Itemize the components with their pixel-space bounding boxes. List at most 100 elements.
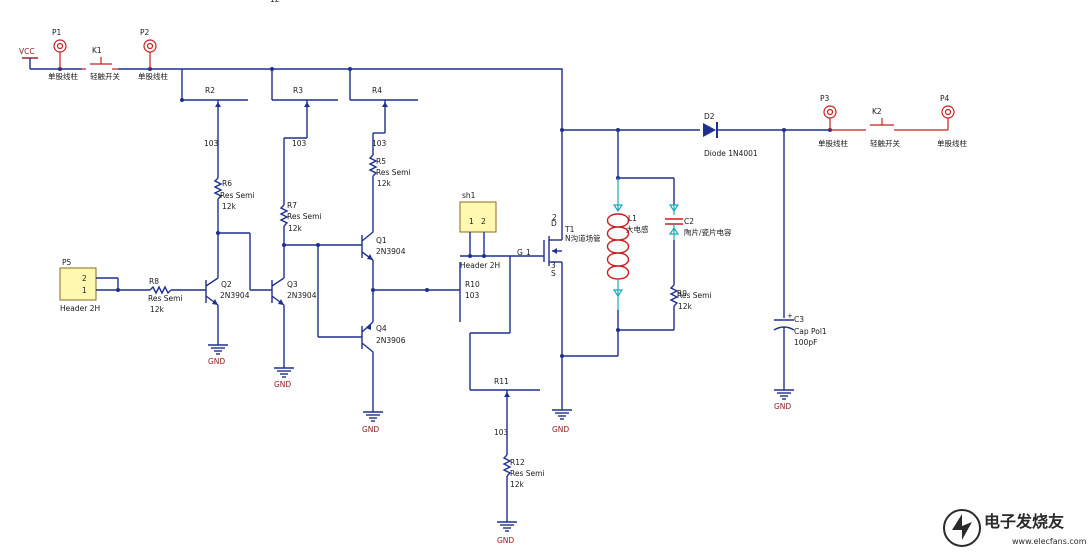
c2-ref: C2 — [684, 217, 694, 226]
q2-value: 2N3904 — [220, 291, 250, 300]
c2-value: 陶片/瓷片电容 — [684, 227, 732, 237]
resistor-r9: R9 Res Semi 12k — [669, 284, 712, 330]
d2-ref: D2 — [704, 112, 715, 121]
q1-ref: Q1 — [376, 236, 387, 245]
gnd-t1: GND — [552, 409, 572, 434]
transistor-q2: Q2 2N3904 — [205, 270, 250, 345]
r4-ref: R4 — [372, 86, 382, 95]
gnd-r12: GND — [497, 521, 517, 545]
connector-p4: P4 单股线柱 — [937, 94, 967, 148]
p5-pin2: 2 — [82, 274, 87, 283]
gnd-q4: GND — [362, 411, 383, 434]
p1-ref: P1 — [52, 28, 62, 37]
diode-d2: D2 Diode 1N4001 — [703, 112, 832, 318]
gnd-q2: GND — [208, 344, 228, 366]
t1-pin2: 2 — [552, 213, 557, 222]
r8-ref: R8 — [149, 277, 159, 286]
top-fragment: 12 — [270, 0, 280, 4]
p2-value: 单股线柱 — [138, 71, 168, 81]
r12-ref: R12 — [510, 458, 525, 467]
q4-value: 2N3906 — [376, 336, 406, 345]
mosfet-t1: T1 N沟道场管 G 1 D 2 S 3 — [517, 128, 601, 410]
svg-text:+: + — [787, 312, 793, 320]
r8-type: Res Semi — [148, 294, 183, 303]
r10-value: 103 — [465, 291, 480, 300]
schematic-canvas: VCC P1 单股线柱 K1 轻触开关 P2 单股线柱 12 R2 103 — [19, 0, 1087, 547]
pot-r2: R2 103 — [204, 86, 248, 178]
resistor-r6: R6 Res Semi 12k — [213, 177, 272, 291]
q3-ref: Q3 — [287, 280, 298, 289]
gnd-label: GND — [274, 380, 291, 389]
p3-ref: P3 — [820, 94, 830, 103]
r6-value: 12k — [222, 202, 237, 211]
d2-value: Diode 1N4001 — [704, 149, 758, 158]
transistor-q4: Q4 2N3906 — [361, 321, 406, 412]
vcc-symbol: VCC — [19, 47, 38, 69]
r5-type: Res Semi — [376, 168, 411, 177]
p5-ref: P5 — [62, 258, 72, 267]
transistor-q1: Q1 2N3904 — [316, 231, 460, 338]
r9-type: Res Semi — [677, 291, 712, 300]
header-p5: 2 1 P5 Header 2H — [59, 258, 150, 313]
inductor-l1: L1 大电感 — [606, 178, 649, 310]
gnd-label: GND — [208, 357, 225, 366]
k2-value: 轻触开关 — [870, 138, 900, 148]
pot-r11: R11 103 — [494, 377, 510, 455]
t1-source: S — [551, 269, 556, 278]
resistor-r5: R5 Res Semi 12k — [368, 154, 411, 232]
q2-ref: Q2 — [221, 280, 232, 289]
r6-ref: R6 — [222, 179, 232, 188]
r7-value: 12k — [288, 224, 303, 233]
r3-ref: R3 — [293, 86, 303, 95]
capacitor-c3: + C3 Cap Pol1 100pF — [773, 312, 827, 390]
p4-ref: P4 — [940, 94, 950, 103]
gnd-label: GND — [774, 402, 791, 411]
connector-p3: P3 单股线柱 — [818, 94, 848, 148]
r4-value: 103 — [372, 139, 387, 148]
t1-gate: G — [517, 248, 523, 257]
r9-value: 12k — [678, 302, 693, 311]
sh1-pin1: 1 — [469, 217, 474, 226]
r12-value: 12k — [510, 480, 525, 489]
gnd-q3: GND — [274, 367, 294, 389]
t1-pin3: 3 — [551, 261, 556, 270]
p5-value: Header 2H — [60, 304, 100, 313]
k2-ref: K2 — [872, 107, 882, 116]
q4-ref: Q4 — [376, 324, 387, 333]
r7-ref: R7 — [287, 201, 297, 210]
watermark: 电子发烧友 www.elecfans.com — [943, 509, 1087, 547]
r5-value: 12k — [377, 179, 392, 188]
r11-ref: R11 — [494, 377, 509, 386]
p1-value: 单股线柱 — [48, 71, 78, 81]
r2-value: 103 — [204, 139, 219, 148]
t1-ref: T1 — [564, 225, 575, 234]
p3-value: 单股线柱 — [818, 138, 848, 148]
gnd-label: GND — [362, 425, 379, 434]
r6-type: Res Semi — [220, 191, 255, 200]
p4-value: 单股线柱 — [937, 138, 967, 148]
resistor-r8: R8 Res Semi 12k — [148, 277, 206, 314]
k1-value: 轻触开关 — [90, 71, 120, 81]
p5-pin1: 1 — [82, 286, 87, 295]
gnd-c3: GND — [774, 389, 794, 411]
r10-ref: R10 — [465, 280, 480, 289]
switch-k1: K1 轻触开关 — [82, 46, 120, 81]
resistor-r7: R7 Res Semi 12k — [279, 201, 362, 278]
resistor-r12: R12 Res Semi 12k — [502, 454, 545, 522]
watermark-url: www.elecfans.com — [1012, 537, 1087, 546]
l1-ref: L1 — [628, 214, 637, 223]
l1-value: 大电感 — [626, 224, 649, 234]
watermark-title: 电子发烧友 — [984, 512, 1065, 531]
vcc-label: VCC — [19, 47, 35, 56]
gnd-label: GND — [552, 425, 569, 434]
r2-ref: R2 — [205, 86, 215, 95]
capacitor-c2: C2 陶片/瓷片电容 — [665, 204, 732, 285]
gnd-label: GND — [497, 536, 514, 545]
connector-p1: P1 单股线柱 — [48, 28, 78, 81]
connector-p2: P2 单股线柱 — [138, 28, 168, 81]
header-sh1: 1 2 sh1 Header 2H — [459, 191, 540, 270]
pot-r3: R3 103 — [283, 86, 338, 205]
r7-type: Res Semi — [287, 212, 322, 221]
q3-value: 2N3904 — [287, 291, 317, 300]
pot-r4: R4 103 — [372, 86, 418, 155]
